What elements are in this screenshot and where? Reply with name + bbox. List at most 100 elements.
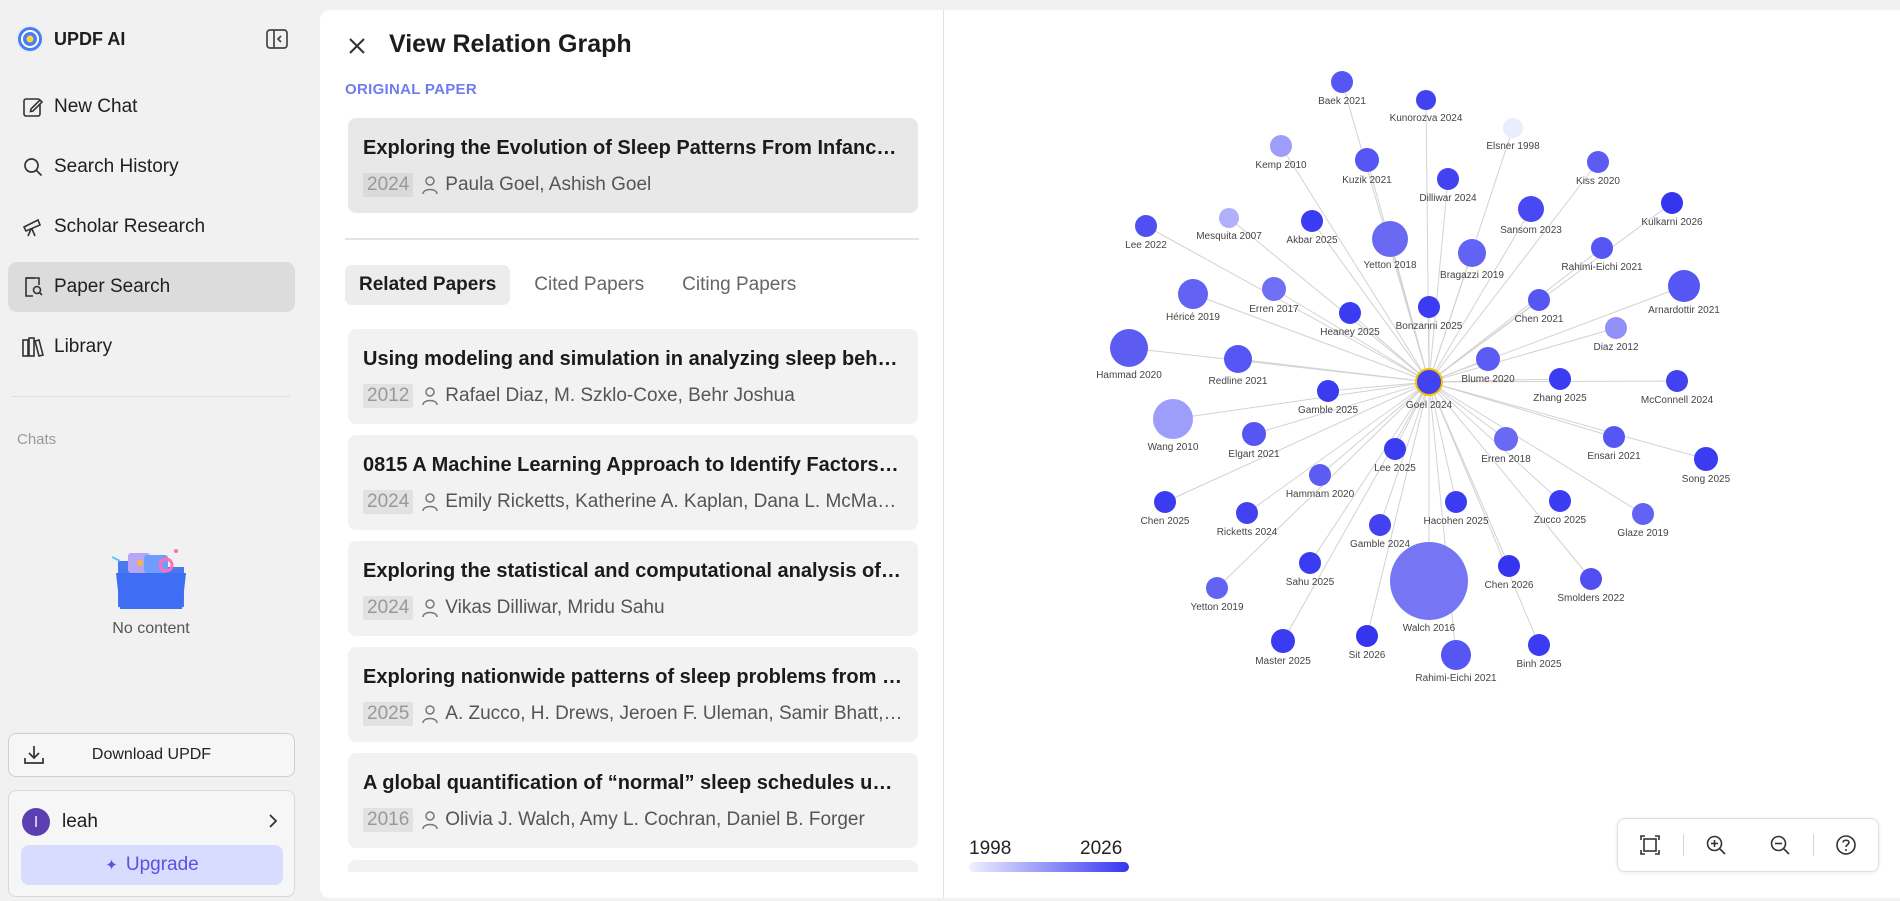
graph-node[interactable]: [1445, 491, 1467, 513]
close-icon[interactable]: [345, 34, 369, 58]
graph-node[interactable]: [1587, 151, 1609, 173]
person-icon: [421, 492, 439, 512]
avatar[interactable]: l: [22, 808, 50, 836]
fit-view-icon[interactable]: [1618, 818, 1683, 872]
help-icon[interactable]: [1814, 818, 1879, 872]
graph-node[interactable]: [1242, 422, 1266, 446]
person-icon: [421, 598, 439, 618]
zoom-out-icon[interactable]: [1748, 818, 1813, 872]
user-name[interactable]: leah: [62, 811, 98, 833]
graph-node[interactable]: [1317, 380, 1339, 402]
graph-node[interactable]: [1390, 542, 1468, 620]
brand-name: UPDF AI: [54, 28, 126, 49]
graph-node-label: Elsner 1998: [1486, 141, 1540, 152]
graph-node[interactable]: [1236, 502, 1258, 524]
graph-node[interactable]: [1153, 399, 1193, 439]
chevron-right-icon[interactable]: [263, 811, 283, 831]
list-item[interactable]: Exploring nationwide patterns of sleep p…: [348, 647, 918, 742]
graph-node[interactable]: [1580, 568, 1602, 590]
graph-node[interactable]: [1178, 279, 1208, 309]
graph-node-label: Hammad 2020: [1096, 370, 1162, 381]
nav-paper-search[interactable]: Paper Search: [8, 262, 295, 312]
graph-node[interactable]: [1498, 555, 1520, 577]
graph-node[interactable]: [1476, 347, 1500, 371]
graph-node[interactable]: [1299, 552, 1321, 574]
tab-citing-papers[interactable]: Citing Papers: [668, 265, 810, 305]
graph-node[interactable]: [1301, 210, 1323, 232]
graph-node[interactable]: [1135, 215, 1157, 237]
graph-node[interactable]: [1418, 296, 1440, 318]
graph-node[interactable]: [1219, 208, 1239, 228]
graph-node[interactable]: [1110, 329, 1148, 367]
graph-node[interactable]: [1369, 514, 1391, 536]
graph-node-label: Baek 2021: [1318, 96, 1366, 107]
graph-node[interactable]: [1603, 426, 1625, 448]
graph-node[interactable]: [1661, 192, 1683, 214]
graph-node[interactable]: [1666, 370, 1688, 392]
list-item[interactable]: Exploring the statistical and computatio…: [348, 541, 918, 636]
graph-node[interactable]: [1549, 490, 1571, 512]
graph-node[interactable]: [1494, 427, 1518, 451]
nav-new-chat[interactable]: New Chat: [8, 82, 295, 132]
graph-node[interactable]: [1206, 577, 1228, 599]
graph-node[interactable]: [1549, 368, 1571, 390]
graph-node[interactable]: [1694, 447, 1718, 471]
graph-edge: [1428, 327, 1617, 383]
graph-node[interactable]: [1605, 317, 1627, 339]
list-item[interactable]: 0815 A Machine Learning Approach to Iden…: [348, 435, 918, 530]
download-updf-button[interactable]: Download UPDF: [8, 733, 295, 777]
graph-node-label: Song 2025: [1682, 474, 1731, 485]
user-card: l leah ✦ Upgrade: [8, 790, 295, 897]
brand[interactable]: UPDF AI: [16, 24, 125, 54]
graph-node[interactable]: [1154, 491, 1176, 513]
nav-search-history[interactable]: Search History: [8, 142, 295, 192]
graph-node[interactable]: [1503, 118, 1523, 138]
graph-node[interactable]: [1331, 71, 1353, 93]
graph-node[interactable]: [1372, 221, 1408, 257]
graph-node[interactable]: [1591, 237, 1613, 259]
graph-node[interactable]: [1416, 90, 1436, 110]
graph-node[interactable]: [1632, 503, 1654, 525]
graph-node[interactable]: [1528, 289, 1550, 311]
paper-title: 0815 A Machine Learning Approach to Iden…: [363, 454, 903, 476]
upgrade-button[interactable]: ✦ Upgrade: [21, 845, 283, 885]
relation-graph[interactable]: Baek 2021 Kunorozva 2024 Elsner 1998 Kemp 2…: [945, 10, 1900, 898]
graph-node-label: Kulkarni 2026: [1641, 217, 1703, 228]
person-icon: [421, 175, 439, 195]
graph-node[interactable]: [1262, 277, 1286, 301]
tab-cited-papers[interactable]: Cited Papers: [520, 265, 658, 305]
nav-library[interactable]: Library: [8, 322, 295, 372]
original-paper-card[interactable]: Exploring the Evolution of Sleep Pattern…: [348, 118, 918, 213]
zoom-in-icon[interactable]: [1684, 818, 1749, 872]
graph-node-label: Chen 2021: [1515, 314, 1564, 325]
legend-max-year: 2026: [1080, 838, 1123, 859]
list-item[interactable]: A global quantification of “normal” slee…: [348, 753, 918, 848]
graph-node[interactable]: [1356, 625, 1378, 647]
graph-node-label: Blume 2020: [1461, 374, 1515, 385]
graph-node[interactable]: [1224, 345, 1252, 373]
sidebar-collapse-icon[interactable]: [264, 27, 290, 51]
section-divider: [345, 238, 919, 240]
nav-scholar-research[interactable]: Scholar Research: [8, 202, 295, 252]
paper-authors: Rafael Diaz, M. Szklo-Coxe, Behr Joshua: [445, 385, 795, 406]
year-badge: 2024: [363, 173, 414, 197]
graph-node[interactable]: [1384, 438, 1406, 460]
graph-node[interactable]: [1270, 135, 1292, 157]
graph-node[interactable]: [1518, 196, 1544, 222]
paper-meta: 2024 Emily Ricketts, Katherine A. Kaplan…: [363, 489, 903, 515]
graph-node-label: Glaze 2019: [1617, 528, 1669, 539]
year-badge: 2012: [363, 384, 414, 408]
list-item[interactable]: Using modeling and simulation in analyzi…: [348, 329, 918, 424]
graph-node-label: Bonzanni 2025: [1396, 321, 1463, 332]
graph-node[interactable]: [1355, 148, 1379, 172]
graph-node[interactable]: [1528, 634, 1550, 656]
graph-node[interactable]: [1339, 302, 1361, 324]
graph-node[interactable]: [1271, 629, 1295, 653]
tab-related-papers[interactable]: Related Papers: [345, 265, 511, 305]
graph-node[interactable]: [1437, 168, 1459, 190]
graph-node[interactable]: [1458, 239, 1486, 267]
graph-node[interactable]: [1668, 270, 1700, 302]
graph-node[interactable]: [1309, 464, 1331, 486]
graph-center-node[interactable]: [1415, 368, 1443, 396]
graph-node[interactable]: [1441, 640, 1471, 670]
